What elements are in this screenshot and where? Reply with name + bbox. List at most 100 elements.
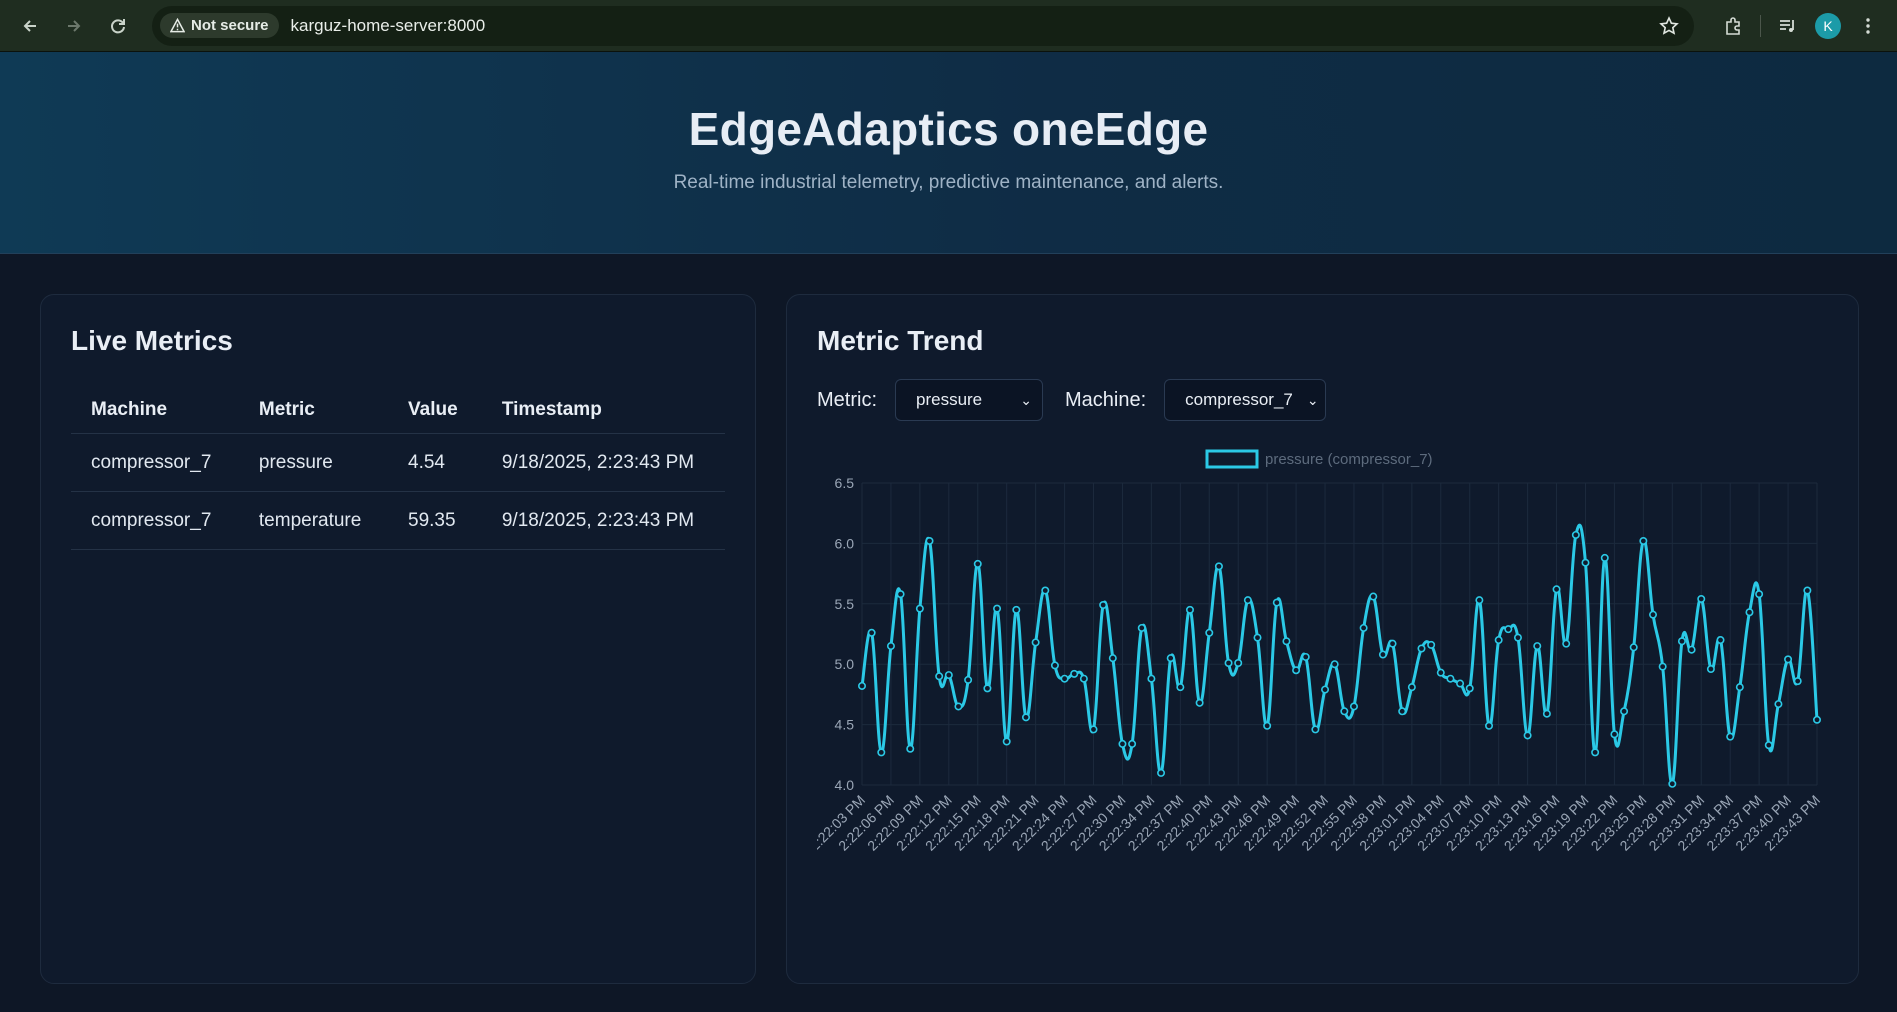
data-point <box>1330 660 1339 669</box>
trend-controls: Metric: pressure ⌄ Machine: compressor_7… <box>817 379 1828 421</box>
media-controls-icon[interactable] <box>1771 9 1805 43</box>
data-point <box>1706 665 1715 674</box>
reload-button[interactable] <box>100 8 136 44</box>
address-bar[interactable]: Not secure karguz-home-server:8000 <box>152 5 1694 46</box>
data-point <box>1687 645 1696 654</box>
cell-metric: pressure <box>238 433 388 492</box>
data-point <box>1465 684 1474 693</box>
data-point <box>915 604 924 613</box>
data-point <box>1185 605 1194 614</box>
data-point <box>1581 558 1590 567</box>
data-point <box>935 672 944 681</box>
metric-select-label: Metric: <box>817 388 877 411</box>
data-point <box>1591 748 1600 757</box>
bookmark-star-icon[interactable] <box>1652 9 1686 43</box>
cell-machine: compressor_7 <box>71 491 239 550</box>
data-point <box>1735 683 1744 692</box>
data-point <box>1012 605 1021 614</box>
data-point <box>1629 643 1638 652</box>
data-point <box>1070 669 1079 678</box>
data-point <box>1755 590 1764 599</box>
data-point <box>1427 640 1436 649</box>
extensions-icon[interactable] <box>1716 9 1750 43</box>
security-label: Not secure <box>191 17 269 34</box>
data-point <box>1784 655 1793 664</box>
cell-value: 4.54 <box>388 433 482 492</box>
data-point <box>867 628 876 637</box>
chevron-down-icon: ⌄ <box>1306 391 1319 408</box>
table-row: compressor_7 temperature 59.35 9/18/2025… <box>71 491 725 550</box>
data-point <box>1176 683 1185 692</box>
machine-select-value: compressor_7 <box>1185 390 1293 409</box>
data-point <box>1089 725 1098 734</box>
data-point <box>1041 586 1050 595</box>
data-point <box>1504 625 1513 634</box>
metric-select[interactable]: pressure ⌄ <box>895 379 1043 421</box>
data-point <box>1263 721 1272 730</box>
data-point <box>964 675 973 684</box>
data-point <box>1436 668 1445 677</box>
data-point <box>1803 586 1812 595</box>
dashboard-content: Live Metrics Machine Metric Value Timest… <box>0 254 1897 984</box>
data-point <box>1812 715 1821 724</box>
data-point <box>1253 633 1262 642</box>
data-point <box>1050 661 1059 670</box>
data-point <box>1349 702 1358 711</box>
data-point <box>1378 650 1387 659</box>
data-point <box>1166 654 1175 663</box>
data-point <box>886 642 895 651</box>
data-point <box>1002 737 1011 746</box>
toolbar-divider <box>1760 14 1761 37</box>
data-point <box>1021 713 1030 722</box>
data-point <box>1610 730 1619 739</box>
url-text[interactable]: karguz-home-server:8000 <box>291 16 1652 36</box>
live-metrics-title: Live Metrics <box>71 325 233 356</box>
chevron-down-icon: ⌄ <box>1020 391 1032 408</box>
y-tick-label: 5.0 <box>835 656 855 672</box>
data-point <box>1060 674 1069 683</box>
data-point <box>1398 707 1407 716</box>
data-point <box>1118 739 1127 748</box>
data-point <box>906 744 915 753</box>
more-menu-icon[interactable] <box>1851 9 1885 43</box>
data-point <box>1658 662 1667 671</box>
data-point <box>1340 707 1349 716</box>
back-button[interactable] <box>12 8 48 44</box>
data-point <box>1272 598 1281 607</box>
cell-metric: temperature <box>238 491 388 550</box>
data-point <box>1388 639 1397 648</box>
data-point <box>1571 530 1580 539</box>
forward-button[interactable] <box>56 8 92 44</box>
profile-avatar[interactable]: K <box>1815 12 1841 39</box>
security-indicator[interactable]: Not secure <box>160 13 279 38</box>
machine-select[interactable]: compressor_7 ⌄ <box>1164 379 1327 421</box>
data-point <box>1793 677 1802 686</box>
data-point <box>1620 707 1629 716</box>
data-point <box>1224 658 1233 667</box>
data-point <box>1726 732 1735 741</box>
data-point <box>1600 553 1609 562</box>
data-point <box>1485 721 1494 730</box>
data-point <box>1774 700 1783 709</box>
metric-trend-panel: Metric Trend Metric: pressure ⌄ Machine:… <box>786 294 1859 984</box>
data-point <box>983 684 992 693</box>
metric-trend-title: Metric Trend <box>817 325 984 356</box>
data-point <box>1513 633 1522 642</box>
trend-chart-container: 4.0 4.5 5.0 5.5 6.0 6.5 2:22:03 PM 2:22:06 PM 2:… <box>806 443 1828 958</box>
page-header: EdgeAdaptics oneEdge Real-time industria… <box>0 52 1897 254</box>
data-point <box>1214 562 1223 571</box>
data-point <box>1668 779 1677 788</box>
cell-machine: compressor_7 <box>71 433 239 492</box>
y-tick-label: 4.5 <box>835 717 855 733</box>
data-point <box>925 536 934 545</box>
y-tick-label: 6.0 <box>835 535 855 551</box>
data-point <box>1137 623 1146 632</box>
data-point <box>1649 610 1658 619</box>
table-header-row: Machine Metric Value Timestamp <box>71 387 725 434</box>
cell-timestamp: 9/18/2025, 2:23:43 PM <box>481 433 725 492</box>
column-header-machine: Machine <box>71 387 239 434</box>
data-point <box>1301 652 1310 661</box>
data-point <box>896 590 905 599</box>
data-point <box>1697 594 1706 603</box>
y-tick-label: 6.5 <box>835 475 855 491</box>
